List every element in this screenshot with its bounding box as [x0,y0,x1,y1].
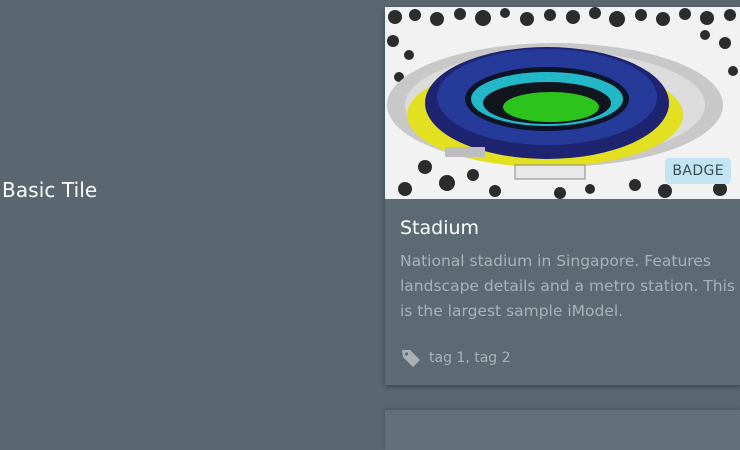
section-label: Basic Tile [2,178,98,202]
tile-tags: tag 1, tag 2 [400,347,511,369]
tile-description: National stadium in Singapore. Features … [400,252,735,320]
second-tile[interactable] [385,410,740,450]
tile-badge: BADGE [665,158,731,184]
stadium-tile[interactable]: BADGE Stadium National stadium in Singap… [385,7,740,385]
tile-title: Stadium [400,217,480,239]
tag-icon [402,350,420,367]
tag-list[interactable]: tag 1, tag 2 [429,350,511,366]
stadium-thumbnail: BADGE [385,7,740,199]
